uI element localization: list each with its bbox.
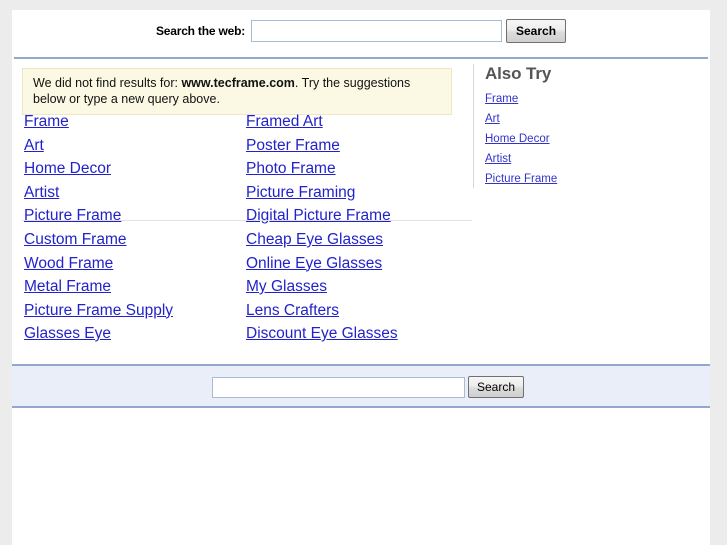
search-button[interactable]: Search (506, 19, 567, 43)
suggestion-column-left: Custom Frame Wood Frame Metal Frame Pict… (24, 228, 246, 346)
also-try-link[interactable]: Frame (485, 89, 703, 109)
suggestion-link[interactable]: Cheap Eye Glasses (246, 228, 472, 252)
suggestion-link[interactable]: Metal Frame (24, 275, 246, 299)
notice-query: www.tecframe.com (181, 76, 295, 90)
header-divider (14, 57, 708, 59)
page-container: Search the web: Search We did not find r… (12, 10, 710, 545)
suggestion-column-right: Framed Art Poster Frame Photo Frame Pict… (246, 110, 472, 228)
also-try-link[interactable]: Art (485, 109, 703, 129)
suggestion-link[interactable]: Wood Frame (24, 252, 246, 276)
suggestion-link[interactable]: Home Decor (24, 157, 246, 181)
suggestion-link[interactable]: Custom Frame (24, 228, 246, 252)
suggestion-link[interactable]: Artist (24, 181, 246, 205)
suggestion-link[interactable]: Picture Frame Supply (24, 299, 246, 323)
suggestion-link[interactable]: Online Eye Glasses (246, 252, 472, 276)
bottom-search-form: Search (212, 376, 525, 398)
suggestion-link[interactable]: Picture Framing (246, 181, 472, 205)
suggestion-column-right: Cheap Eye Glasses Online Eye Glasses My … (246, 228, 472, 346)
suggestion-link[interactable]: Glasses Eye (24, 322, 246, 346)
also-try-title: Also Try (485, 64, 552, 83)
suggestion-link[interactable]: Photo Frame (246, 157, 472, 181)
suggestion-link[interactable]: Frame (24, 110, 246, 134)
also-try-sidebar: Also Try Frame Art Home Decor Artist Pic… (473, 64, 703, 188)
top-search-form: Search the web: Search (12, 19, 710, 43)
suggestion-group-separator (22, 220, 472, 221)
also-try-link[interactable]: Picture Frame (485, 169, 703, 189)
no-results-notice: We did not find results for: www.tecfram… (22, 68, 452, 115)
suggestion-link[interactable]: Digital Picture Frame (246, 204, 472, 228)
bottom-search-button[interactable]: Search (468, 376, 525, 398)
suggestion-link[interactable]: Picture Frame (24, 204, 246, 228)
suggestion-link[interactable]: My Glasses (246, 275, 472, 299)
suggestion-link[interactable]: Art (24, 134, 246, 158)
suggestion-link[interactable]: Lens Crafters (246, 299, 472, 323)
also-try-link[interactable]: Artist (485, 149, 703, 169)
suggestion-column-left: Frame Art Home Decor Artist Picture Fram… (24, 110, 246, 228)
suggestion-link[interactable]: Poster Frame (246, 134, 472, 158)
bottom-search-bar: Search (12, 364, 710, 408)
search-input[interactable] (251, 20, 502, 42)
suggestion-link[interactable]: Discount Eye Glasses (246, 322, 472, 346)
top-search-bar: Search the web: Search (12, 10, 710, 59)
search-the-web-label: Search the web: (155, 24, 245, 38)
also-try-link[interactable]: Home Decor (485, 129, 703, 149)
content-area: We did not find results for: www.tecfram… (12, 60, 710, 354)
suggestion-link[interactable]: Framed Art (246, 110, 472, 134)
bottom-search-input[interactable] (212, 376, 465, 398)
notice-prefix: We did not find results for: (33, 76, 182, 90)
